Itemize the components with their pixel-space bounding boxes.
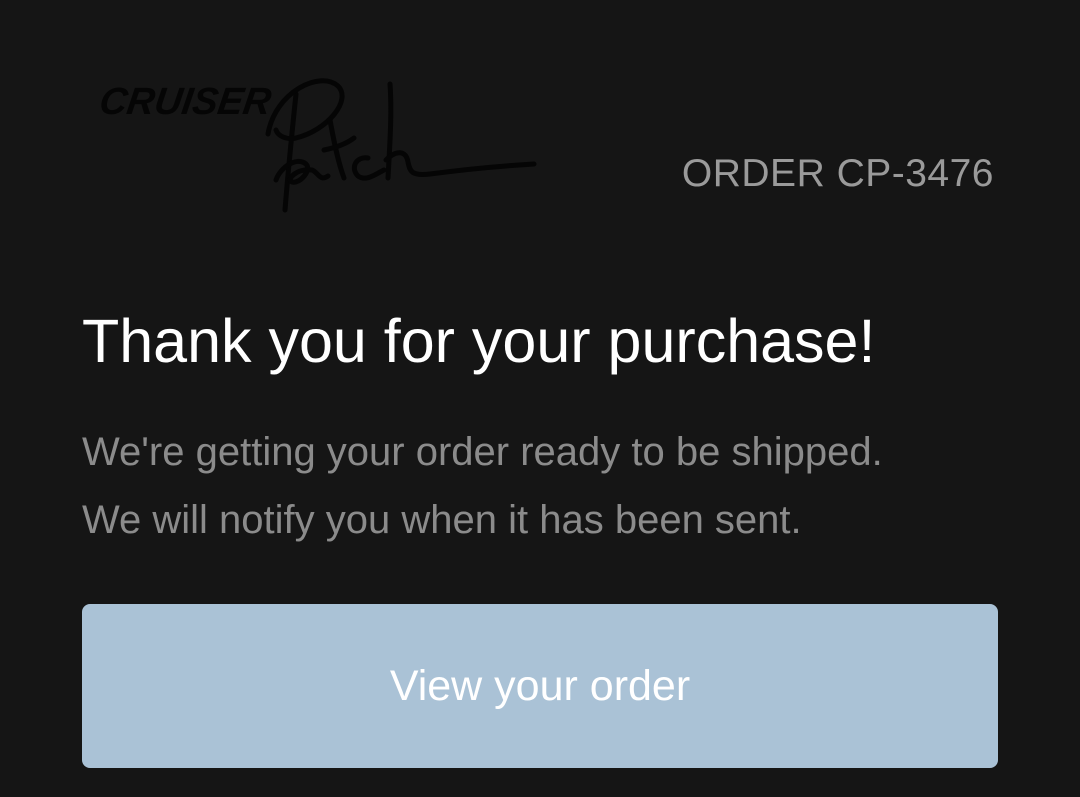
shipping-message: We're getting your order ready to be shi… bbox=[82, 418, 883, 554]
page-title: Thank you for your purchase! bbox=[82, 307, 876, 375]
order-confirmation-screen: CRUISER ORDER CP-3476 Thank you for your… bbox=[0, 0, 1080, 797]
order-number: ORDER CP-3476 bbox=[681, 152, 994, 195]
shipping-message-line: We're getting your order ready to be shi… bbox=[82, 430, 883, 474]
svg-text:CRUISER: CRUISER bbox=[100, 80, 274, 123]
shipping-message-line: We will notify you when it has been sent… bbox=[82, 498, 802, 542]
cruiser-patch-logo: CRUISER bbox=[100, 78, 537, 213]
view-order-button[interactable]: View your order bbox=[82, 604, 998, 768]
